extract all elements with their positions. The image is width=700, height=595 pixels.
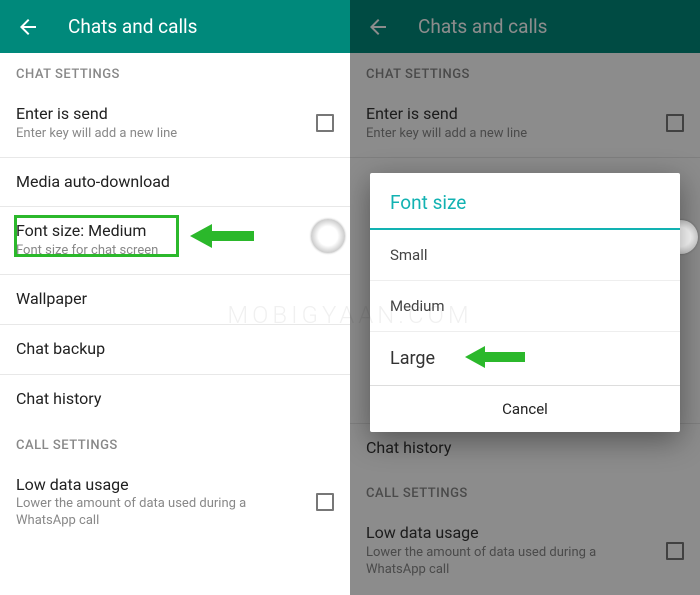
section-chat-settings: CHAT SETTINGS <box>0 53 350 90</box>
dialog-cancel-button[interactable]: Cancel <box>370 385 680 432</box>
item-title: Low data usage <box>16 475 300 496</box>
dialog-title: Font size <box>370 173 680 230</box>
dialog-option-medium[interactable]: Medium <box>370 281 680 332</box>
item-media-auto-download[interactable]: Media auto-download <box>0 158 350 208</box>
option-label: Large <box>390 348 435 369</box>
item-font-size[interactable]: Font size: Medium Font size for chat scr… <box>0 207 350 275</box>
item-enter-is-send[interactable]: Enter is send Enter key will add a new l… <box>0 90 350 158</box>
right-pane: Chats and calls CHAT SETTINGS Enter is s… <box>350 0 700 595</box>
dialog-option-small[interactable]: Small <box>370 230 680 281</box>
item-title: Media auto-download <box>16 172 334 193</box>
dialog-option-large[interactable]: Large <box>370 332 680 385</box>
item-sub: Enter key will add a new line <box>16 126 300 143</box>
left-pane: Chats and calls CHAT SETTINGS Enter is s… <box>0 0 350 595</box>
item-title: Enter is send <box>16 104 300 125</box>
item-chat-history[interactable]: Chat history <box>0 375 350 424</box>
checkbox[interactable] <box>316 493 334 511</box>
font-size-dialog: Font size Small Medium Large Cancel <box>370 173 680 432</box>
item-title: Font size: Medium <box>16 221 334 242</box>
touch-indicator-icon <box>311 219 345 253</box>
item-wallpaper[interactable]: Wallpaper <box>0 275 350 325</box>
header: Chats and calls <box>0 0 350 53</box>
item-title: Wallpaper <box>16 289 334 310</box>
back-arrow-icon[interactable] <box>16 15 40 39</box>
item-title: Chat history <box>16 389 334 410</box>
item-title: Chat backup <box>16 339 334 360</box>
checkbox[interactable] <box>316 114 334 132</box>
item-low-data[interactable]: Low data usage Lower the amount of data … <box>0 461 350 545</box>
item-sub: Lower the amount of data used during a W… <box>16 496 300 530</box>
section-call-settings: CALL SETTINGS <box>0 424 350 461</box>
header-title: Chats and calls <box>68 15 197 38</box>
item-sub: Font size for chat screen <box>16 243 334 260</box>
item-chat-backup[interactable]: Chat backup <box>0 325 350 375</box>
annotation-arrow-icon <box>465 344 525 370</box>
